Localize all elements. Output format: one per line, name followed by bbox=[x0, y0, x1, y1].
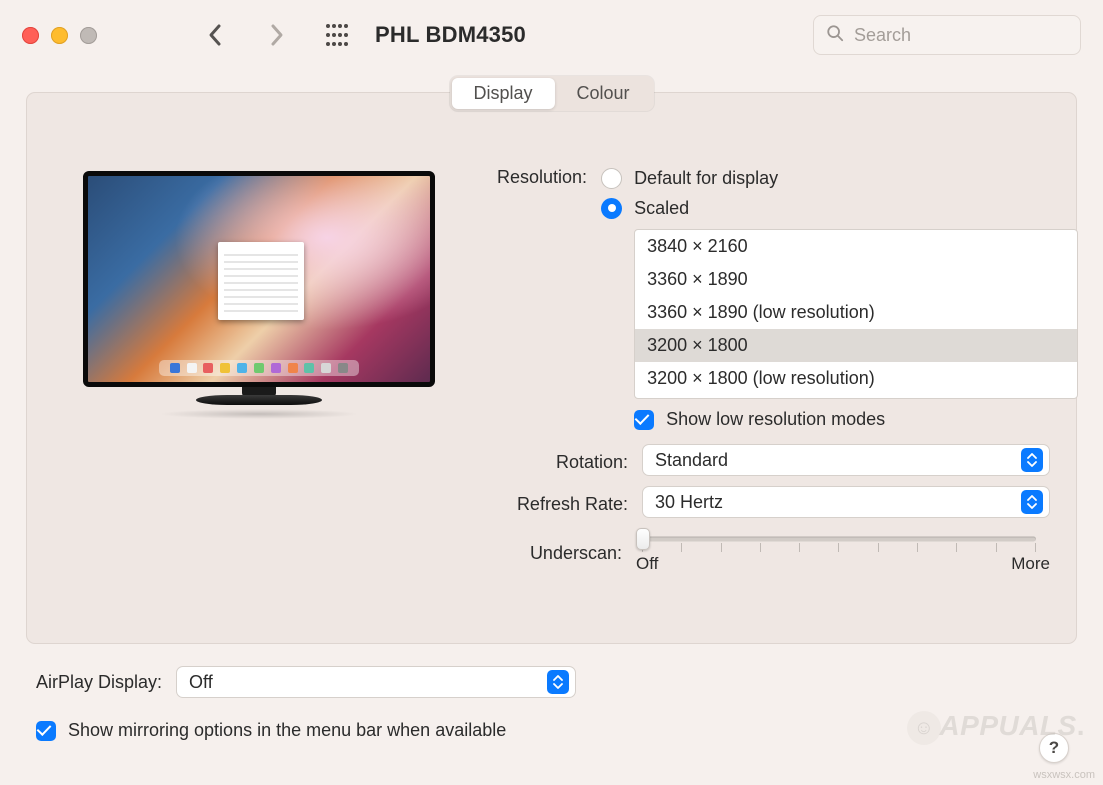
display-preview bbox=[83, 171, 435, 419]
resolution-option[interactable]: 3840 × 2160 bbox=[635, 230, 1077, 263]
refresh-rate-label: Refresh Rate: bbox=[497, 490, 642, 515]
radio-label: Scaled bbox=[634, 198, 689, 219]
footer-area: AirPlay Display: Off Show mirroring opti… bbox=[36, 666, 1067, 741]
search-field[interactable] bbox=[813, 15, 1081, 55]
show-all-prefs-button[interactable] bbox=[325, 23, 349, 47]
forward-button[interactable] bbox=[255, 15, 299, 55]
checkbox-label: Show low resolution modes bbox=[666, 409, 885, 430]
show-low-resolution-checkbox[interactable]: Show low resolution modes bbox=[634, 409, 1078, 430]
zoom-window-button[interactable] bbox=[80, 27, 97, 44]
search-icon bbox=[826, 24, 844, 47]
resolution-option[interactable]: 3360 × 1890 bbox=[635, 263, 1077, 296]
airplay-select[interactable]: Off bbox=[176, 666, 576, 698]
radio-label: Default for display bbox=[634, 168, 778, 189]
display-panel: Display Colour Resolution: Default for d… bbox=[26, 92, 1077, 644]
checkbox-label: Show mirroring options in the menu bar w… bbox=[68, 720, 506, 741]
refresh-rate-select[interactable]: 30 Hertz bbox=[642, 486, 1050, 518]
window-controls bbox=[22, 27, 97, 44]
resolution-option[interactable]: 3360 × 1890 (low resolution) bbox=[635, 296, 1077, 329]
resolution-option[interactable]: 3008 × 1692 bbox=[635, 395, 1077, 399]
select-value: 30 Hertz bbox=[655, 492, 723, 513]
select-value: Standard bbox=[655, 450, 728, 471]
source-url: wsxwsx.com bbox=[1033, 769, 1095, 781]
search-input[interactable] bbox=[852, 24, 1088, 47]
preview-dock-icon bbox=[159, 360, 359, 376]
resolution-list[interactable]: 3840 × 2160 3360 × 1890 3360 × 1890 (low… bbox=[634, 229, 1078, 399]
monitor-icon bbox=[83, 171, 435, 387]
underscan-more-label: More bbox=[1011, 554, 1050, 574]
underscan-off-label: Off bbox=[636, 554, 658, 574]
tab-display[interactable]: Display bbox=[451, 78, 554, 109]
underscan-slider[interactable] bbox=[636, 528, 1046, 550]
slider-thumb-icon[interactable] bbox=[636, 528, 650, 550]
tab-colour[interactable]: Colour bbox=[555, 78, 652, 109]
window-toolbar: PHL BDM4350 bbox=[0, 0, 1103, 70]
close-window-button[interactable] bbox=[22, 27, 39, 44]
rotation-select[interactable]: Standard bbox=[642, 444, 1050, 476]
checkbox-checked-icon bbox=[36, 721, 56, 741]
resolution-default-radio[interactable]: Default for display bbox=[601, 163, 1078, 193]
airplay-label: AirPlay Display: bbox=[36, 672, 162, 693]
updown-arrows-icon bbox=[547, 670, 569, 694]
show-mirroring-checkbox[interactable]: Show mirroring options in the menu bar w… bbox=[36, 720, 1067, 741]
resolution-option-selected[interactable]: 3200 × 1800 bbox=[635, 329, 1077, 362]
help-button[interactable]: ? bbox=[1039, 733, 1069, 763]
display-settings-form: Resolution: Default for display Scaled 3… bbox=[497, 163, 1050, 574]
preview-window-icon bbox=[218, 242, 304, 320]
tab-bar: Display Colour bbox=[449, 76, 653, 111]
rotation-label: Rotation: bbox=[497, 448, 642, 473]
resolution-option[interactable]: 3200 × 1800 (low resolution) bbox=[635, 362, 1077, 395]
radio-unchecked-icon bbox=[601, 168, 622, 189]
resolution-scaled-radio[interactable]: Scaled bbox=[601, 193, 1078, 223]
select-value: Off bbox=[189, 672, 213, 693]
updown-arrows-icon bbox=[1021, 448, 1043, 472]
resolution-label: Resolution: bbox=[497, 163, 601, 188]
back-button[interactable] bbox=[193, 15, 237, 55]
checkbox-checked-icon bbox=[634, 410, 654, 430]
underscan-label: Underscan: bbox=[497, 539, 636, 564]
radio-checked-icon bbox=[601, 198, 622, 219]
updown-arrows-icon bbox=[1021, 490, 1043, 514]
minimize-window-button[interactable] bbox=[51, 27, 68, 44]
window-title: PHL BDM4350 bbox=[375, 22, 526, 48]
